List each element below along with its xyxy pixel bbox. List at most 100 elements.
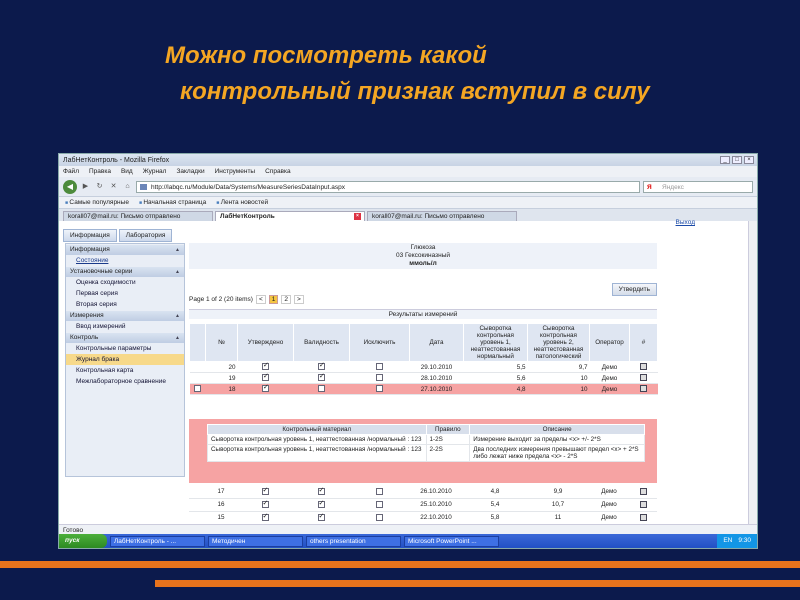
document-icon[interactable] <box>639 487 647 495</box>
column-header: Сыворотка контрольная уровень 2, неаттес… <box>527 323 590 362</box>
cell-level2: 11 <box>527 511 589 525</box>
table-row[interactable]: 16 25.10.20105,410,7Демо <box>189 498 657 512</box>
language-indicator[interactable]: EN <box>723 534 732 548</box>
checkbox[interactable] <box>318 361 325 371</box>
cell-select[interactable] <box>189 485 205 499</box>
back-button[interactable]: ◀ <box>63 179 77 194</box>
checkbox[interactable] <box>317 512 325 521</box>
menu-item[interactable]: Журнал <box>143 168 167 175</box>
cell-rule: 1-2S <box>425 434 471 445</box>
checkbox[interactable] <box>376 363 383 371</box>
search-box[interactable]: Я Яндекс <box>643 180 753 193</box>
cell-material: Сыворотка контрольная уровень 1, неаттес… <box>207 444 427 462</box>
cell-select[interactable] <box>189 511 205 525</box>
cell-details[interactable] <box>629 498 657 512</box>
menu-item[interactable]: Справка <box>265 168 291 175</box>
menu-item[interactable]: Закладки <box>176 168 204 175</box>
sidebar-section[interactable]: Контроль <box>66 333 184 343</box>
reload-button[interactable]: ↻ <box>94 181 105 192</box>
cell-date: 22.10.2010 <box>409 511 463 525</box>
logout-link[interactable]: Выход <box>676 219 695 226</box>
sidebar-item[interactable]: Ввод измерений <box>66 321 184 332</box>
checkbox[interactable] <box>261 499 269 508</box>
menu-item[interactable]: Вид <box>121 168 133 175</box>
tab-label: korall07@mail.ru: Письмо отправлено <box>372 213 485 220</box>
cell-select[interactable] <box>189 361 206 373</box>
table-row[interactable]: 17 26.10.20104,89,9Демо <box>189 485 657 499</box>
table-row[interactable]: 15 22.10.20105,811Демо <box>189 511 657 525</box>
cell-details[interactable] <box>629 511 657 525</box>
start-button[interactable]: пуск <box>59 534 107 548</box>
checkbox[interactable] <box>262 372 269 382</box>
page-2-button[interactable]: 2 <box>281 295 291 304</box>
sidebar-section[interactable]: Информация <box>66 245 184 255</box>
maximize-button[interactable]: □ <box>732 156 742 164</box>
cell-details[interactable] <box>629 383 658 395</box>
cell-operator: Демо <box>589 372 630 384</box>
cell-select[interactable] <box>189 372 206 384</box>
checkbox[interactable] <box>375 500 383 508</box>
document-icon[interactable] <box>640 363 647 371</box>
tab-information[interactable]: Информация <box>63 229 117 242</box>
stop-button[interactable]: ✕ <box>108 181 119 192</box>
table-row[interactable]: 19 28.10.20105,610Демо <box>189 372 658 384</box>
checkbox[interactable] <box>375 487 383 495</box>
menu-item[interactable]: Правка <box>89 168 111 175</box>
sidebar-item[interactable]: Первая серия <box>66 288 184 299</box>
close-window-button[interactable]: × <box>744 156 754 164</box>
checkbox[interactable] <box>262 361 269 371</box>
checkbox[interactable] <box>375 513 383 521</box>
checkbox[interactable] <box>376 374 383 382</box>
taskbar-item[interactable]: Microsoft PowerPoint ... <box>404 535 499 547</box>
checkbox[interactable] <box>261 512 269 521</box>
bookmark-item[interactable]: Начальная страница <box>139 199 206 206</box>
document-icon[interactable] <box>639 500 647 508</box>
checkbox[interactable] <box>317 486 325 495</box>
decorative-stripe <box>155 580 800 587</box>
document-icon[interactable] <box>640 385 647 393</box>
checkbox[interactable] <box>317 499 325 508</box>
checkbox[interactable] <box>194 385 201 393</box>
prev-page-button[interactable]: < <box>255 295 266 304</box>
sidebar-item[interactable]: Журнал брака <box>66 354 184 365</box>
minimize-button[interactable]: _ <box>720 156 730 164</box>
taskbar-item[interactable]: Методичен <box>208 535 303 547</box>
cell-select[interactable] <box>189 383 206 395</box>
cell-details[interactable] <box>629 485 657 499</box>
cell-details[interactable] <box>629 361 658 373</box>
table-row[interactable]: 20 29.10.20105,59,7Демо <box>189 361 658 373</box>
home-button[interactable]: ⌂ <box>122 181 133 192</box>
address-bar[interactable]: http://labqc.ru/Module/Data/Systems/Meas… <box>136 180 640 193</box>
forward-button[interactable]: ▶ <box>80 181 91 192</box>
sidebar-item[interactable]: Контрольные параметры <box>66 343 184 354</box>
sidebar-item[interactable]: Состояние <box>66 255 184 266</box>
page-1-button[interactable]: 1 <box>268 295 279 304</box>
sidebar-item[interactable]: Межлабораторное сравнение <box>66 376 184 387</box>
sidebar-item[interactable]: Оценка сходимости <box>66 277 184 288</box>
table-row[interactable]: 18 27.10.20104,810Демо <box>189 383 658 395</box>
menu-item[interactable]: Инструменты <box>215 168 256 175</box>
document-icon[interactable] <box>640 374 647 382</box>
bookmark-item[interactable]: Лента новостей <box>216 199 268 206</box>
next-page-button[interactable]: > <box>294 295 304 304</box>
document-icon[interactable] <box>639 513 647 521</box>
sidebar-section[interactable]: Измерения <box>66 311 184 321</box>
tab-laboratory[interactable]: Лаборатория <box>118 229 173 242</box>
approve-button[interactable]: Утвердить <box>611 283 657 296</box>
cell-details[interactable] <box>629 372 658 384</box>
bookmark-item[interactable]: Самые популярные <box>65 199 129 206</box>
sidebar-section[interactable]: Установочные серии <box>66 267 184 277</box>
checkbox[interactable] <box>262 383 269 393</box>
taskbar-item[interactable]: others presentation <box>306 535 401 547</box>
checkbox[interactable] <box>318 385 325 393</box>
sidebar-item[interactable]: Вторая серия <box>66 299 184 310</box>
taskbar-item[interactable]: ЛабНетКонтроль - ... <box>110 535 205 547</box>
vertical-scrollbar[interactable] <box>748 221 757 524</box>
menu-item[interactable]: Файл <box>63 168 79 175</box>
checkbox[interactable] <box>318 372 325 382</box>
checkbox[interactable] <box>376 385 383 393</box>
sidebar-item[interactable]: Контрольная карта <box>66 365 184 376</box>
checkbox[interactable] <box>261 486 269 495</box>
cell-select[interactable] <box>189 498 205 512</box>
close-tab-icon[interactable]: × <box>354 213 361 220</box>
